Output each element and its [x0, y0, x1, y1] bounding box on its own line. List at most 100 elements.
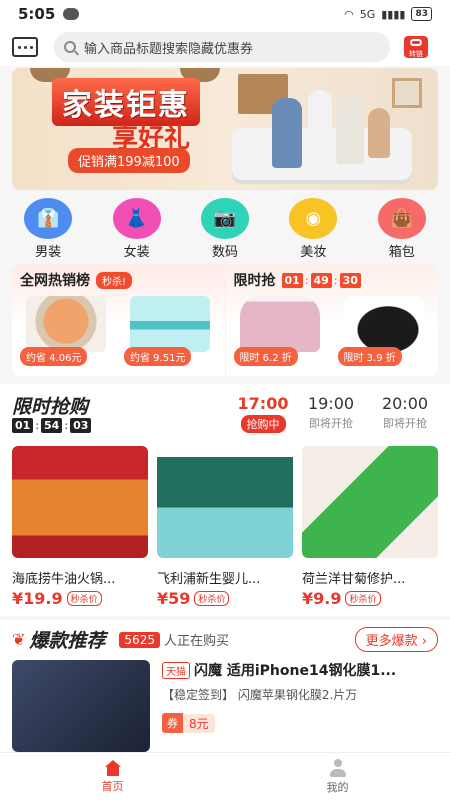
buyer-count-label: 人正在购买: [163, 634, 229, 649]
save-badge: 限时 6.2 折: [233, 347, 298, 366]
category-item-digital[interactable]: 📷 数码: [188, 198, 262, 260]
slot-status: 抢购中: [240, 415, 286, 433]
lip-balm-image: [302, 446, 438, 558]
food-image: [26, 296, 106, 352]
tab-mine[interactable]: 我的: [225, 753, 450, 800]
washer-icon: ◉: [289, 198, 338, 239]
coupon-badge: 券 8元: [162, 713, 438, 733]
search-input[interactable]: 输入商品标题搜索隐藏优惠券: [54, 32, 390, 62]
slot-status: 即将开抢: [309, 417, 353, 430]
limited-timer: 01: 49: 30: [281, 272, 361, 288]
pacifier-image: [157, 446, 293, 558]
leaf-icon: ❦: [12, 630, 26, 649]
category-label: 箱包: [388, 245, 415, 260]
product-price: ¥59: [157, 589, 191, 608]
user-icon: [329, 758, 347, 777]
seckill-tag: 秒杀!: [96, 271, 133, 289]
timer-seconds: 30: [339, 272, 361, 288]
recommend-item[interactable]: 天猫 闪魔 适用iPhone14钢化膜1... 【稳定签到】 闪魔苹果钢化膜2.…: [12, 660, 438, 752]
family-image: [368, 108, 390, 158]
save-badge: 约省 4.06元: [20, 347, 88, 366]
hot-rank-panel[interactable]: 全网热销榜 秒杀! 约省 4.06元 约省 9.51元: [12, 264, 226, 376]
convert-link-label: 转链: [409, 50, 423, 58]
slot-time: 20:00: [381, 394, 429, 413]
category-label: 数码: [211, 245, 238, 260]
phone-screen-protector-image: [12, 660, 150, 752]
hotpot-image: [12, 446, 148, 558]
hot-rank-title: 全网热销榜: [20, 273, 90, 289]
product-card[interactable]: 荷兰洋甘菊修护... ¥9.9 秒杀价: [302, 446, 438, 608]
picture-frame-decoration: [392, 78, 422, 108]
signal-icon: ▮▮▮▮: [381, 7, 406, 21]
tab-label: 首页: [101, 779, 124, 793]
time-slot-2000[interactable]: 20:00 即将开抢: [368, 394, 442, 431]
save-badge: 约省 9.51元: [124, 347, 192, 366]
countdown-minutes: 54: [41, 418, 63, 433]
limited-item[interactable]: 限时 6.2 折: [233, 296, 326, 366]
hot-rank-item[interactable]: 约省 9.51元: [124, 296, 216, 366]
network-label: 5G: [359, 7, 376, 21]
category-label: 女装: [123, 245, 150, 260]
save-badge: 限时 3.9 折: [337, 347, 402, 366]
banner-promo: 促销满199减100: [68, 148, 190, 173]
tab-label: 我的: [326, 780, 349, 794]
category-item-women[interactable]: 👗 女装: [100, 198, 174, 260]
limited-title: 限时抢: [233, 273, 276, 289]
tissue-image: [130, 296, 210, 352]
slot-time: 19:00: [307, 394, 355, 413]
deal-panels: 全网热销榜 秒杀! 约省 4.06元 约省 9.51元 限时抢 01: 49: …: [12, 264, 438, 376]
product-card[interactable]: 飞利浦新生婴儿... ¥59 秒杀价: [157, 446, 293, 608]
slot-status: 即将开抢: [383, 417, 427, 430]
limited-panel[interactable]: 限时抢 01: 49: 30 限时 6.2 折 限时 3.9 折: [225, 264, 438, 376]
product-price: ¥9.9: [302, 589, 342, 608]
recommend-item-name: 闪魔 适用iPhone14钢化膜1...: [194, 663, 397, 679]
flash-sale-title: 限时抢购: [12, 396, 89, 418]
category-item-beauty[interactable]: ◉ 美妆: [276, 198, 350, 260]
coupon-label: 券: [162, 713, 183, 733]
price-tag: 秒杀价: [345, 591, 381, 606]
home-icon: [104, 759, 122, 776]
recommend-title: 爆款推荐: [29, 630, 106, 652]
price-tag: 秒杀价: [194, 591, 230, 606]
convert-link-button[interactable]: 转链: [404, 36, 428, 58]
recommend-item-subtitle: 【稳定签到】 闪魔苹果钢化膜2.片万: [162, 688, 358, 702]
product-price: ¥19.9: [12, 589, 63, 608]
product-name: 海底捞牛油火锅...: [12, 572, 116, 587]
wechat-icon: [63, 8, 80, 20]
status-bar: 5:05 ◠ 5G ▮▮▮▮ 83: [0, 0, 450, 28]
category-item-bags[interactable]: 👜 箱包: [365, 198, 439, 260]
shoe-image: [343, 296, 424, 352]
battery-icon: 83: [411, 7, 432, 21]
category-label: 美妆: [300, 245, 327, 260]
family-image: [336, 94, 364, 164]
status-indicators: ◠ 5G ▮▮▮▮ 83: [344, 7, 432, 21]
product-name: 荷兰洋甘菊修护...: [302, 572, 406, 587]
camera-icon: 📷: [200, 198, 249, 239]
category-row: 👔 男装 👗 女装 📷 数码 ◉ 美妆 👜 箱包: [0, 198, 450, 260]
countdown-hours: 01: [12, 418, 34, 433]
search-placeholder: 输入商品标题搜索隐藏优惠券: [84, 41, 254, 57]
category-item-men[interactable]: 👔 男装: [11, 198, 85, 260]
coupon-value: 8元: [183, 713, 215, 733]
product-name: 飞利浦新生婴儿...: [157, 572, 261, 587]
family-image: [272, 98, 302, 168]
promo-banner[interactable]: 家装钜惠 享好礼 促销满199减100: [12, 68, 438, 190]
tab-home[interactable]: 首页: [0, 753, 225, 800]
dress-icon: 👗: [112, 198, 161, 239]
countdown-seconds: 03: [70, 418, 92, 433]
wifi-icon: ◠: [344, 7, 354, 21]
hoodie-image: [239, 296, 320, 352]
product-card[interactable]: 海底捞牛油火锅... ¥19.9 秒杀价: [12, 446, 148, 608]
flash-product-list: 海底捞牛油火锅... ¥19.9 秒杀价 飞利浦新生婴儿... ¥59 秒杀价 …: [12, 446, 438, 608]
message-icon[interactable]: [12, 37, 38, 57]
limited-item[interactable]: 限时 3.9 折: [337, 296, 430, 366]
buyer-count: 5625: [119, 631, 160, 648]
time-slot-1900[interactable]: 19:00 即将开抢: [294, 394, 368, 431]
time-slot-1700[interactable]: 17:00 抢购中: [226, 394, 300, 433]
price-tag: 秒杀价: [66, 591, 102, 606]
hot-rank-item[interactable]: 约省 4.06元: [20, 296, 112, 366]
more-hot-button[interactable]: 更多爆款 ›: [354, 627, 438, 652]
shirt-icon: 👔: [24, 198, 73, 239]
flash-countdown: 01: 54: 03: [12, 418, 92, 433]
flash-sale-section: 限时抢购 01: 54: 03 17:00 抢购中 19:00 即将开抢 20:…: [0, 384, 450, 616]
